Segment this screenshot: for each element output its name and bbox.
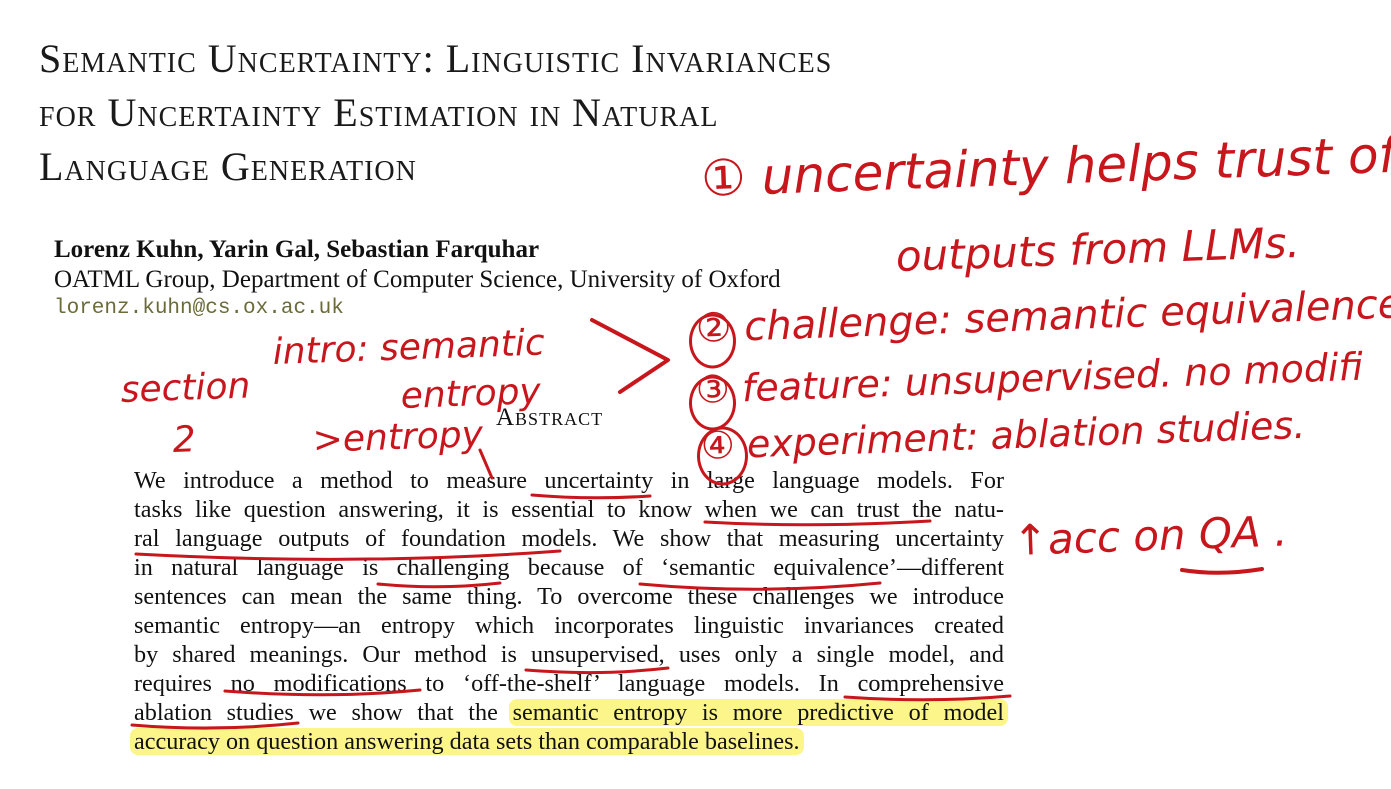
arrow-chevron [590, 318, 670, 394]
underline-qa [1180, 567, 1264, 575]
note-challenge: ② challenge: semantic equivalence [695, 281, 1391, 352]
abstract-line: by shared meanings. Our method is unsupe… [134, 641, 1004, 668]
abstract-line: We introduce a method to measure uncerta… [134, 467, 1004, 494]
title-line-1: Semantic Uncertainty: Linguistic Invaria… [39, 36, 833, 81]
highlighted-text: semantic entropy is more predictive of m… [508, 699, 1008, 726]
note-section: section [120, 365, 252, 411]
note-outputs-from-llms: outputs from LLMs. [895, 217, 1301, 281]
abstract-line: accuracy on question answering data sets… [130, 727, 1004, 756]
abstract-line: semantic entropy—an entropy which incorp… [134, 612, 1004, 639]
note-experiment: ④ experiment: ablation studies. [700, 402, 1306, 468]
abstract-line: requires no modifications to ‘off-the-sh… [134, 670, 1004, 697]
note-entropy: >entropy [312, 414, 484, 461]
abstract-line: tasks like question answering, it is ess… [134, 496, 1004, 523]
note-intro-entropy: entropy [400, 371, 542, 417]
author-email: lorenz.kuhn@cs.ox.ac.uk [54, 297, 344, 320]
abstract-line: ral language outputs of foundation model… [134, 525, 1004, 552]
note-acc-on-qa: ↑acc on QA . [1012, 506, 1289, 565]
author-list: Lorenz Kuhn, Yarin Gal, Sebastian Farquh… [54, 236, 540, 263]
note-feature: ③ feature: unsupervised. no modifi [695, 344, 1364, 412]
note-intro-semantic: intro: semantic [272, 322, 546, 373]
abstract-line: ablation studies we show that the semant… [134, 698, 1008, 727]
abstract-line: sentences can mean the same thing. To ov… [134, 583, 1004, 610]
abstract-line-plain: ablation studies we show that the [134, 699, 513, 726]
abstract-body: We introduce a method to measure uncerta… [130, 466, 1008, 756]
abstract-line: in natural language is challenging becau… [134, 554, 1004, 581]
affiliation: OATML Group, Department of Computer Scie… [54, 266, 781, 293]
note-section-2: 2 [172, 419, 197, 461]
title-line-2: for Uncertainty Estimation in Natural [39, 90, 719, 135]
highlighted-text: accuracy on question answering data sets… [130, 728, 804, 755]
